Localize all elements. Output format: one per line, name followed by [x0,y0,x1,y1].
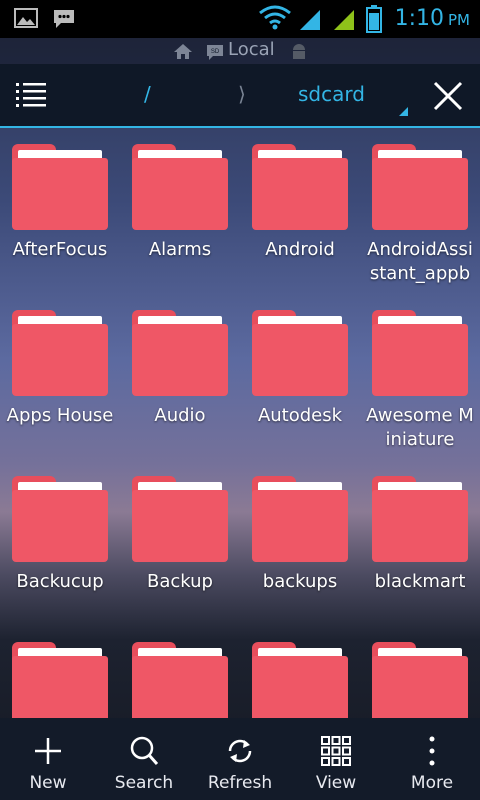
folder-name: AfterFocus [12,239,108,260]
folder-icon [372,144,468,230]
folder-icon [12,476,108,562]
folder-icon [252,310,348,396]
search-icon [130,736,159,765]
folder-item[interactable] [120,626,240,718]
folder-icon [372,642,468,718]
battery-icon [366,5,382,33]
signal-icon [334,10,354,30]
folder-icon [132,310,228,396]
folder-name: blackmart [374,571,466,592]
folder-item[interactable]: Autodesk [240,294,360,460]
folder-name: Awesome Miniature [366,405,474,450]
folder-name: AndroidAssistant_appb [367,239,473,284]
folder-name: Android [265,239,335,260]
refresh-button[interactable]: Refresh [192,718,288,800]
folder-name: Autodesk [257,405,343,426]
new-button[interactable]: New [0,718,96,800]
more-vertical-icon [429,736,435,766]
wifi-icon [259,5,291,30]
folder-icon [12,642,108,718]
svg-text:SD: SD [211,49,220,55]
clock-time: 1:10 [394,6,444,31]
breadcrumb-root[interactable]: / [144,82,151,106]
folder-item[interactable]: Audio [120,294,240,460]
view-button-label: View [315,773,357,793]
folder-name: Backucup [16,571,104,592]
breadcrumb-current-folder[interactable]: sdcard [298,82,365,106]
folder-item[interactable]: blackmart [360,460,480,626]
clock: 1:10 PM [395,6,470,31]
folder-item[interactable]: Alarms [120,128,240,294]
folder-icon [132,476,228,562]
folder-icon [252,144,348,230]
folder-item[interactable] [360,626,480,718]
view-button[interactable]: View [288,718,384,800]
more-button-label: More [410,773,454,793]
plus-icon [35,738,61,764]
folder-icon [12,144,108,230]
folder-icon [372,476,468,562]
new-button-label: New [29,773,67,793]
folder-name: Audio [154,405,206,426]
location-bar[interactable]: SD Local [0,38,480,64]
search-button-label: Search [114,773,174,793]
clock-ampm: PM [448,11,470,29]
gallery-icon [14,8,38,28]
chat-icon [54,10,74,28]
folder-icon [12,310,108,396]
folder-item[interactable] [0,626,120,718]
menu-list-icon[interactable] [14,80,48,110]
folder-icon [132,144,228,230]
folder-item[interactable]: AfterFocus [0,128,120,294]
folder-name: Apps House [6,405,114,426]
path-toolbar: / ⟩ sdcard [0,64,480,128]
breadcrumb-dropdown-indicator[interactable] [399,107,408,116]
folder-name: Alarms [148,239,212,260]
folder-name: backups [262,571,338,592]
folder-icon [372,310,468,396]
folder-item[interactable]: Android [240,128,360,294]
folder-item[interactable]: backups [240,460,360,626]
home-icon[interactable] [173,43,193,60]
grid-view-icon [321,736,351,766]
folder-name: Backup [147,571,213,592]
breadcrumb-separator: ⟩ [238,82,246,106]
folder-item[interactable] [240,626,360,718]
close-icon[interactable] [432,80,464,112]
status-bar: 1:10 PM [0,0,480,38]
android-icon[interactable] [290,43,308,59]
folder-icon [132,642,228,718]
folder-item[interactable]: AndroidAssistant_appb [360,128,480,294]
search-button[interactable]: Search [96,718,192,800]
more-button[interactable]: More [384,718,480,800]
refresh-button-label: Refresh [207,773,273,793]
refresh-icon [228,739,252,763]
signal-icon [300,10,320,30]
bottom-action-bar: New Search Refresh View More [0,718,480,800]
folder-item[interactable]: Backup [120,460,240,626]
sd-card-icon: SD [207,45,223,60]
folder-item[interactable]: Apps House [0,294,120,460]
folder-item[interactable]: Awesome Miniature [360,294,480,460]
folder-icon [252,476,348,562]
folder-grid: AfterFocus Alarms Android AndroidAssistant_… [0,128,480,718]
folder-icon [252,642,348,718]
storage-location-label[interactable]: Local [228,39,275,60]
folder-item[interactable]: Backucup [0,460,120,626]
